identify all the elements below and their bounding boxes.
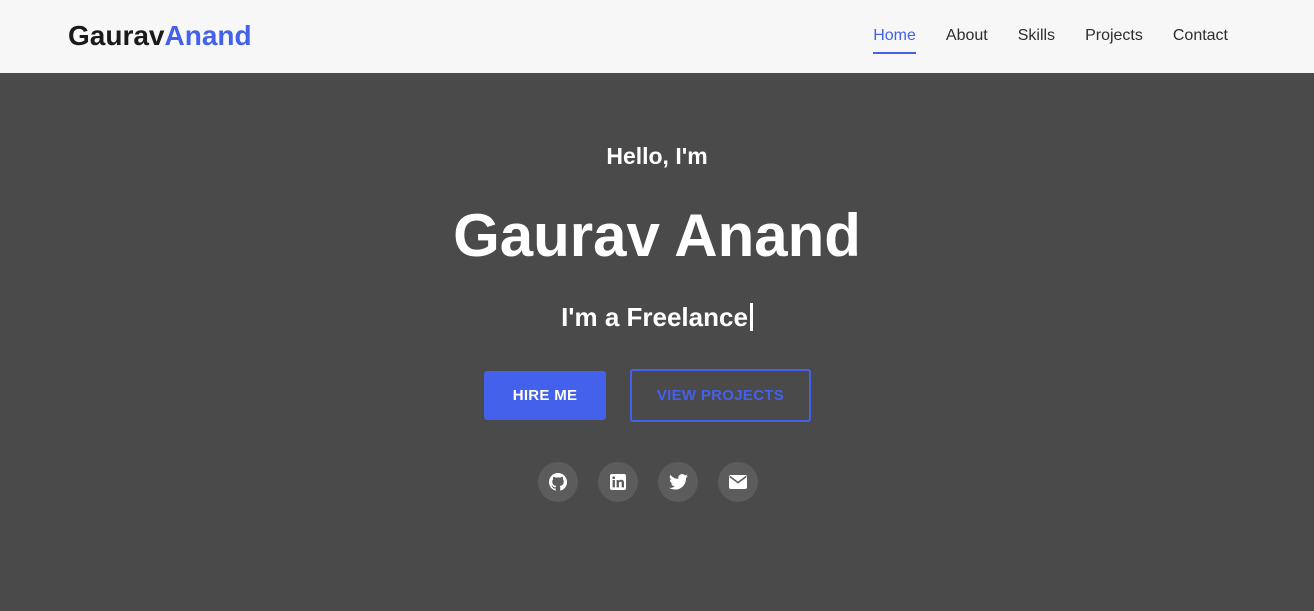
typing-cursor bbox=[749, 303, 753, 331]
site-logo[interactable]: GauravAnand bbox=[68, 19, 252, 53]
logo-last-name: Anand bbox=[164, 20, 252, 51]
nav-link-home[interactable]: Home bbox=[873, 26, 916, 54]
github-link[interactable] bbox=[538, 462, 578, 502]
hire-me-button[interactable]: HIRE ME bbox=[484, 371, 606, 420]
hero-greeting: Hello, I'm bbox=[606, 143, 708, 169]
email-icon bbox=[729, 475, 747, 489]
twitter-icon bbox=[668, 474, 688, 490]
nav-link-contact[interactable]: Contact bbox=[1173, 26, 1228, 48]
github-icon bbox=[549, 473, 567, 491]
hero-name: Gaurav Anand bbox=[453, 202, 861, 269]
linkedin-link[interactable] bbox=[598, 462, 638, 502]
main-nav: Home About Skills Projects Contact bbox=[873, 0, 1228, 73]
linkedin-icon bbox=[610, 474, 626, 490]
twitter-link[interactable] bbox=[658, 462, 698, 502]
logo-first-name: Gaurav bbox=[68, 20, 165, 51]
view-projects-button[interactable]: VIEW PROJECTS bbox=[630, 369, 811, 422]
nav-link-about[interactable]: About bbox=[946, 26, 988, 48]
email-link[interactable] bbox=[718, 462, 758, 502]
nav-link-skills[interactable]: Skills bbox=[1018, 26, 1055, 48]
hero-role: I'm a Freelance bbox=[0, 301, 1314, 333]
navbar: GauravAnand Home About Skills Projects C… bbox=[0, 0, 1314, 73]
nav-link-projects[interactable]: Projects bbox=[1085, 26, 1143, 48]
typed-role-text: I'm a Freelance bbox=[561, 302, 748, 332]
hero-section: Hello, I'm Gaurav Anand I'm a Freelance … bbox=[0, 73, 1314, 611]
social-links bbox=[538, 462, 758, 502]
